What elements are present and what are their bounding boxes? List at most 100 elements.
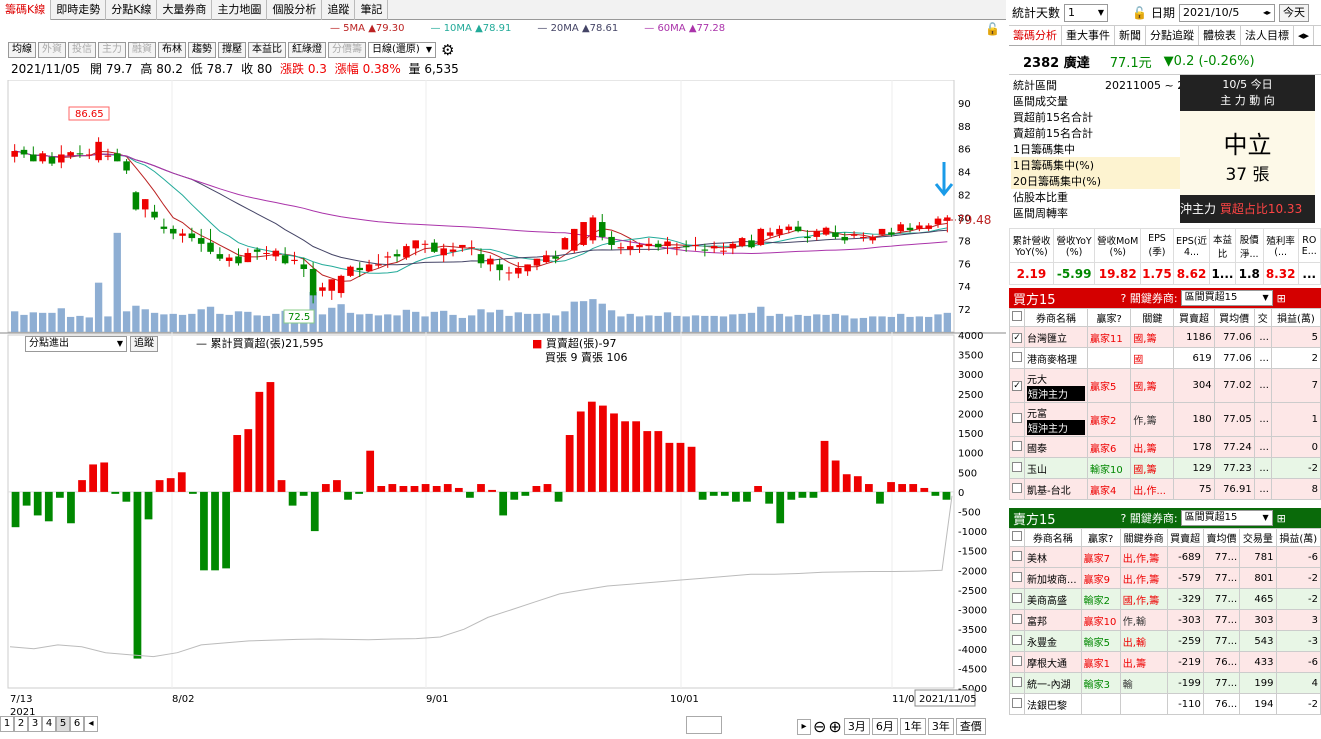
indicator-button-2[interactable]: 投信 — [68, 42, 96, 58]
row-checkbox[interactable] — [1009, 651, 1025, 673]
period-select[interactable]: 日線(還原) ▼ — [368, 42, 436, 58]
indicator-button-7[interactable]: 撐壓 — [218, 42, 246, 58]
right-tab-3[interactable]: 分點追蹤 — [1146, 26, 1199, 45]
tab-scroll-icon[interactable]: ◂▸ — [1294, 26, 1315, 45]
indicator-button-10[interactable]: 分價籌 — [328, 42, 366, 58]
zoom-button-0[interactable]: 3月 — [843, 718, 870, 735]
table-row[interactable]: 國泰 贏家6 出,籌 178 77.24... 0 — [1009, 436, 1321, 458]
row-checkbox[interactable]: ✓ — [1009, 326, 1025, 348]
indicator-button-0[interactable]: 均線 — [8, 42, 36, 58]
right-tab-5[interactable]: 法人目標 — [1241, 26, 1294, 45]
stat-days-select[interactable]: 1 ▼ — [1064, 3, 1109, 22]
row-checkbox[interactable] — [1009, 672, 1025, 694]
chip-bar — [288, 491, 297, 506]
table-row[interactable]: 港商麥格理 國 619 77.06... 2 — [1009, 347, 1321, 369]
cell: 美商高盛 — [1024, 588, 1082, 610]
indicator-button-5[interactable]: 布林 — [158, 42, 186, 58]
tab-6[interactable]: 追蹤 — [322, 0, 356, 20]
candle-body — [235, 256, 242, 264]
track-button[interactable]: 追蹤 — [130, 336, 158, 352]
row-checkbox[interactable]: ✓ — [1009, 368, 1025, 403]
page-5[interactable]: 5 — [56, 716, 70, 732]
today-button[interactable]: 今天 — [1278, 3, 1309, 22]
buy-range-select[interactable]: 區間買超15 ▼ — [1180, 290, 1273, 306]
scroll-right-icon[interactable]: ▸ — [797, 718, 811, 735]
table-row[interactable]: 凱基-台北 贏家4 出,作... 75 76.91... 8 — [1009, 478, 1321, 500]
page-4[interactable]: 4 — [42, 716, 56, 732]
indicator-button-1[interactable]: 外資 — [38, 42, 66, 58]
row-checkbox[interactable] — [1009, 609, 1025, 631]
tab-7[interactable]: 筆記 — [355, 0, 389, 20]
ohlc-high: 高 80.2 — [140, 62, 183, 76]
row-checkbox[interactable] — [1009, 478, 1025, 500]
sell-range-select[interactable]: 區間買超15 ▼ — [1180, 510, 1273, 526]
tab-4[interactable]: 主力地圖 — [212, 0, 268, 20]
right-tab-0[interactable]: 籌碼分析 — [1009, 26, 1062, 45]
indicator-button-9[interactable]: 紅綠燈 — [288, 42, 326, 58]
table-row[interactable]: 富邦 贏家10 作,輸 -303 77... 303 3 — [1009, 609, 1321, 631]
volume-bar — [775, 313, 784, 332]
zoom-button-3[interactable]: 3年 — [927, 718, 954, 735]
date-picker[interactable]: 2021/10/5 ◂▸ — [1178, 3, 1275, 22]
table-row[interactable]: 美林 贏家7 出,作,籌 -689 77... 781 -6 — [1009, 546, 1321, 568]
zoom-button-2[interactable]: 1年 — [899, 718, 926, 735]
row-checkbox[interactable] — [1009, 588, 1025, 610]
page-1[interactable]: 1 — [0, 716, 14, 732]
zoom-in-icon[interactable]: ⊕ — [828, 717, 841, 736]
ma-legend: — 5MA ▲79.30 — 10MA ▲78.91 — 20MA ▲78.61 — … — [330, 23, 725, 34]
row-checkbox[interactable] — [1009, 546, 1025, 568]
select-all-checkbox[interactable] — [1009, 528, 1025, 547]
volume-bar — [654, 315, 662, 332]
table-row[interactable]: ✓ 台灣匯立 贏家11 國,籌 1186 77.06... 5 — [1009, 326, 1321, 348]
scroll-left-icon[interactable]: ◂ — [84, 716, 98, 732]
candle-body — [272, 250, 280, 257]
table-row[interactable]: ✓ 元大 短沖主力 贏家5 國,籌 304 77.02... 7 — [1009, 368, 1321, 403]
tab-0[interactable]: 籌碼K線 — [0, 0, 52, 20]
row-checkbox[interactable] — [1009, 567, 1025, 589]
table-row[interactable]: 統一-內湖 輸家3 輸 -199 77... 199 4 — [1009, 672, 1321, 694]
right-tab-4[interactable]: 體檢表 — [1199, 26, 1241, 45]
indicator-button-4[interactable]: 融資 — [128, 42, 156, 58]
indicator-button-8[interactable]: 本益比 — [248, 42, 286, 58]
volume-bar — [514, 312, 522, 332]
date-lock-icon[interactable]: 🔓 — [1132, 6, 1147, 20]
table-row[interactable]: 永豐金 輸家5 出,輸 -259 77... 543 -3 — [1009, 630, 1321, 652]
page-6[interactable]: 6 — [70, 716, 84, 732]
row-checkbox[interactable] — [1009, 436, 1025, 458]
grid-icon-sell[interactable]: ⊞ — [1277, 512, 1286, 525]
chart-svg[interactable]: 9088868482807876747286.6572.579.48400035… — [0, 80, 1006, 716]
right-tab-2[interactable]: 新聞 — [1115, 26, 1146, 45]
row-checkbox[interactable] — [1009, 693, 1025, 715]
indicator-button-3[interactable]: 主力 — [98, 42, 126, 58]
table-row[interactable]: 美商高盛 輸家2 國,作,籌 -329 77... 465 -2 — [1009, 588, 1321, 610]
tab-1[interactable]: 即時走勢 — [51, 0, 107, 20]
cell: 出,籌 — [1119, 651, 1168, 673]
lock-icon[interactable]: 🔓 — [985, 22, 1000, 36]
cell: 元大 短沖主力 — [1023, 368, 1089, 403]
tab-5[interactable]: 個股分析 — [267, 0, 323, 20]
zoom-button-4[interactable]: 查價 — [955, 718, 986, 735]
volume-bar — [85, 317, 93, 332]
tab-3[interactable]: 大量券商 — [157, 0, 213, 20]
table-row[interactable]: 法銀巴黎 -110 76... 194 -2 — [1009, 693, 1321, 715]
row-checkbox[interactable] — [1009, 630, 1025, 652]
settings-gear-icon[interactable]: ⚙ — [441, 41, 454, 59]
zoom-button-1[interactable]: 6月 — [871, 718, 898, 735]
table-row[interactable]: 新加坡商... 贏家9 出,作,籌 -579 77... 801 -2 — [1009, 567, 1321, 589]
table-row[interactable]: 玉山 輸家10 國,籌 129 77.23... -2 — [1009, 457, 1321, 479]
right-tab-1[interactable]: 重大事件 — [1062, 26, 1115, 45]
sub-indicator-select[interactable]: 分點進出 ▼ — [25, 336, 127, 352]
row-checkbox[interactable] — [1009, 347, 1025, 369]
indicator-button-6[interactable]: 趨勢 — [188, 42, 216, 58]
page-2[interactable]: 2 — [14, 716, 28, 732]
row-checkbox[interactable] — [1009, 402, 1025, 437]
tab-2[interactable]: 分點K線 — [106, 0, 158, 20]
select-all-checkbox[interactable] — [1009, 308, 1025, 327]
zoom-out-icon[interactable]: ⊖ — [813, 717, 826, 736]
table-row[interactable]: 摩根大通 贏家1 出,籌 -219 76... 433 -6 — [1009, 651, 1321, 673]
row-checkbox[interactable] — [1009, 457, 1025, 479]
grid-icon[interactable]: ⊞ — [1277, 292, 1286, 305]
table-row[interactable]: 元富 短沖主力 贏家2 作,籌 180 77.05... 1 — [1009, 402, 1321, 437]
scroll-input[interactable] — [686, 716, 722, 734]
page-3[interactable]: 3 — [28, 716, 42, 732]
